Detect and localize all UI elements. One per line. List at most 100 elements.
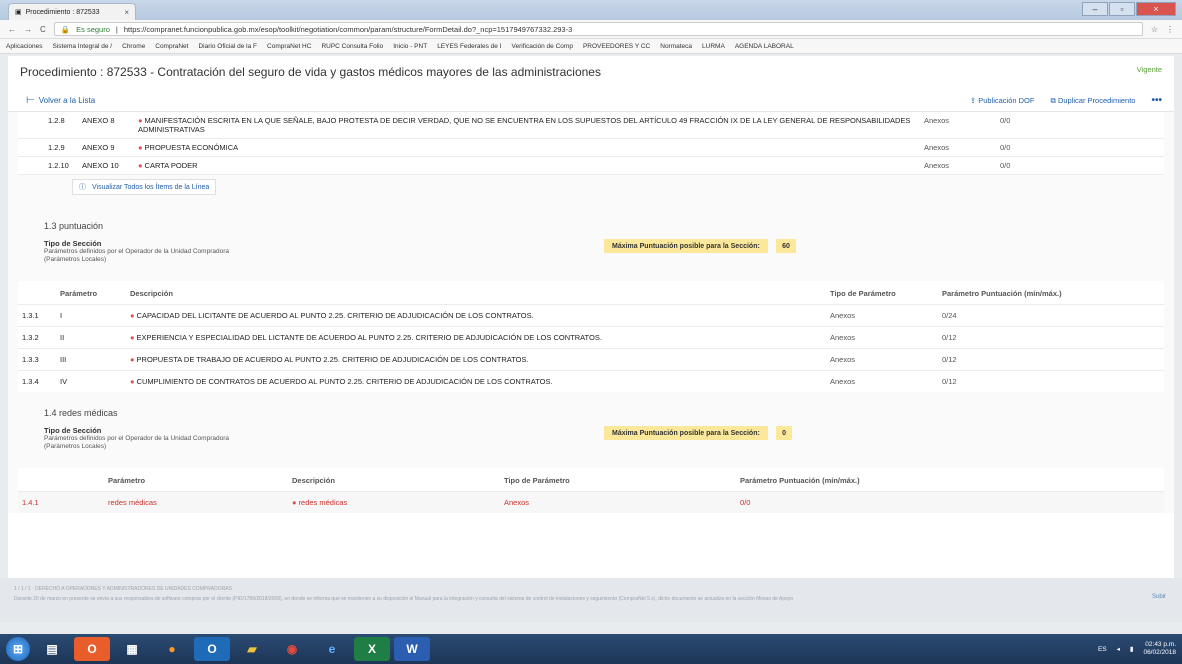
office-icon[interactable]: O (74, 637, 110, 661)
view-all-items-button[interactable]: ⓘ Visualizar Todos los Ítems de la Línea (72, 179, 217, 195)
back-arrow-icon[interactable]: ← (8, 25, 16, 34)
close-tab-icon[interactable]: × (124, 8, 129, 17)
parameters-table: Parámetro Descripción Tipo de Parámetro … (18, 281, 1164, 392)
section-type-label: Tipo de Sección (44, 239, 102, 248)
bookmark-item[interactable]: PROVEEDORES Y CC (583, 43, 650, 50)
row-number: 1.4.1 (18, 491, 104, 513)
row-description[interactable]: ● CUMPLIMIENTO DE CONTRATOS DE ACUERDO AL… (126, 370, 826, 392)
url-field[interactable]: 🔒 Es seguro | https://compranet.funcionp… (53, 22, 1143, 36)
bookmark-item[interactable]: AGENDA LABORAL (735, 43, 794, 50)
form-content: 1.2.8 ANEXO 8 ● MANIFESTACIÓN ESCRITA EN … (8, 112, 1174, 513)
row-description[interactable]: ● PROPUESTA DE TRABAJO DE ACUERDO AL PUNT… (126, 348, 826, 371)
bookmark-item[interactable]: CompraNet HC (267, 43, 311, 50)
bookmark-item[interactable]: Normateca (660, 43, 692, 50)
footer-line2: Durante 20 de marzo en presente se envía… (14, 596, 794, 602)
minimize-icon[interactable]: – (1082, 2, 1108, 16)
row-description[interactable]: ● CAPACIDAD DEL LICITANTE DE ACUERDO AL P… (126, 304, 826, 327)
chrome-icon[interactable]: ◉ (274, 637, 310, 661)
item-anexo: ANEXO 10 (82, 161, 119, 170)
row-score: 0/12 (938, 370, 1164, 392)
excel-icon[interactable]: X (354, 637, 390, 661)
row-type: Anexos (826, 348, 938, 371)
row-type: Anexos (826, 326, 938, 349)
folder-icon[interactable]: ▰ (234, 637, 270, 661)
outlook-icon[interactable]: O (194, 637, 230, 661)
language-indicator[interactable]: ES (1098, 646, 1107, 653)
row-description-text: EXPERIENCIA Y ESPECIALIDAD DEL LICTANTE … (136, 333, 602, 342)
bookmark-item[interactable]: Sistema Integral de / (53, 43, 113, 50)
row-param: redes médicas (104, 491, 288, 513)
list-item: 1.2.8 ANEXO 8 ● MANIFESTACIÓN ESCRITA EN … (18, 112, 1164, 139)
bookmark-item[interactable]: CompraNet (155, 43, 188, 50)
section-title-puntuacion: 1.3 puntuación (44, 221, 104, 231)
row-param: II (56, 326, 126, 349)
row-param: IV (56, 370, 126, 392)
page-content: Procedimiento : 872533 - Contratación de… (8, 56, 1174, 578)
bookmarks-bar: Aplicaciones Sistema Integral de / Chrom… (0, 39, 1182, 54)
bookmark-item[interactable]: Diario Oficial de la F (198, 43, 257, 50)
table-row: 1.3.4 IV ● CUMPLIMIENTO DE CONTRATOS DE A… (18, 370, 1164, 392)
parameters-table-redes: Parámetro Descripción Tipo de Parámetro … (18, 468, 1164, 513)
max-score-value: 0 (776, 426, 792, 440)
clock[interactable]: 02:43 p.m. 06/02/2018 (1143, 641, 1176, 657)
bookmark-item[interactable]: LEYES Federales de I (437, 43, 501, 50)
item-value: 0/0 (1000, 143, 1011, 152)
duplicate-button[interactable]: ⧉ Duplicar Procedimiento (1050, 96, 1135, 106)
volume-icon[interactable]: ◂ (1117, 645, 1120, 653)
page-header: Procedimiento : 872533 - Contratación de… (8, 56, 1174, 90)
more-options-button[interactable]: ••• (1151, 95, 1162, 106)
item-value: 0/0 (1000, 116, 1011, 125)
bookmark-item[interactable]: Verificación de Comp (512, 43, 573, 50)
column-header-punt: Parámetro Puntuación (mín/máx.) (740, 476, 860, 485)
firefox-icon[interactable]: ● (154, 637, 190, 661)
row-description[interactable]: ● redes médicas (288, 491, 500, 513)
required-dot-icon: ● (292, 498, 297, 507)
bookmark-item[interactable]: Chrome (122, 43, 145, 50)
max-score-label: Máxima Puntuación posible para la Secció… (604, 426, 768, 440)
item-description[interactable]: ● CARTA PODER (138, 161, 924, 170)
bookmark-item[interactable]: Inicio - PNT (393, 43, 427, 50)
close-window-icon[interactable]: × (1136, 2, 1176, 16)
section-type-desc: Parámetros definidos por el Operador de … (44, 435, 229, 442)
row-description-text: PROPUESTA DE TRABAJO DE ACUERDO AL PUNTO… (136, 355, 529, 364)
item-number: 1.2.10 (48, 161, 69, 170)
network-icon[interactable]: ▮ (1130, 645, 1134, 653)
file-icon[interactable]: ▦ (114, 637, 150, 661)
clock-date: 06/02/2018 (1143, 649, 1176, 656)
browser-tab[interactable]: ▣ Procedimiento : 872533 × (8, 3, 136, 20)
bookmark-item[interactable]: LURMA (702, 43, 725, 50)
list-item: 1.2.10 ANEXO 10 ● CARTA PODER Anexos 0/0 (18, 157, 1164, 175)
item-type: Anexos (924, 161, 950, 170)
section-type-info: Tipo de Sección Parámetros definidos por… (44, 239, 604, 281)
back-to-list-link[interactable]: ⊢ Volver a la Lista (26, 95, 95, 106)
column-header-punt: Parámetro Puntuación (mín/máx.) (942, 289, 1062, 298)
section-type-info: Tipo de Sección Parámetros definidos por… (44, 426, 604, 468)
item-description-text: MANIFESTACIÓN ESCRITA EN LA QUE SEÑALE, … (138, 116, 911, 134)
required-dot-icon: ● (138, 143, 143, 152)
menu-icon[interactable]: ⋮ (1166, 25, 1174, 34)
word-icon[interactable]: W (394, 637, 430, 661)
section-title-redes: 1.4 redes médicas (44, 408, 118, 418)
list-item: 1.2.9 ANEXO 9 ● PROPUESTA ECONÓMICA Anexo… (18, 139, 1164, 157)
forward-arrow-icon[interactable]: → (24, 25, 32, 34)
ie-icon[interactable]: e (314, 637, 350, 661)
row-description[interactable]: ● EXPERIENCIA Y ESPECIALIDAD DEL LICTANTE… (126, 326, 826, 349)
scroll-top-link[interactable]: Subir (1152, 594, 1166, 600)
item-description[interactable]: ● MANIFESTACIÓN ESCRITA EN LA QUE SEÑALE,… (138, 116, 924, 134)
bookmark-item[interactable]: Aplicaciones (6, 43, 43, 50)
explorer-icon[interactable]: ▤ (34, 637, 70, 661)
item-anexo: ANEXO 9 (82, 143, 115, 152)
item-description[interactable]: ● PROPUESTA ECONÓMICA (138, 143, 924, 152)
max-score-block: Máxima Puntuación posible para la Secció… (604, 239, 796, 281)
url-text: https://compranet.funcionpublica.gob.mx/… (123, 24, 573, 34)
section-type-block: Tipo de Sección Parámetros definidos por… (18, 239, 1164, 281)
item-type: Anexos (924, 143, 950, 152)
publish-dof-button[interactable]: ⇪ Publicación DOF (970, 96, 1035, 105)
star-icon[interactable]: ☆ (1151, 25, 1158, 34)
bookmark-item[interactable]: RUPC Consulta Folio (321, 43, 383, 50)
reload-icon[interactable]: C (40, 25, 46, 34)
start-icon[interactable]: ⊞ (6, 637, 30, 661)
column-header-desc: Descripción (130, 289, 173, 298)
row-score: 0/12 (938, 348, 1164, 371)
maximize-icon[interactable]: ▫ (1109, 2, 1135, 16)
